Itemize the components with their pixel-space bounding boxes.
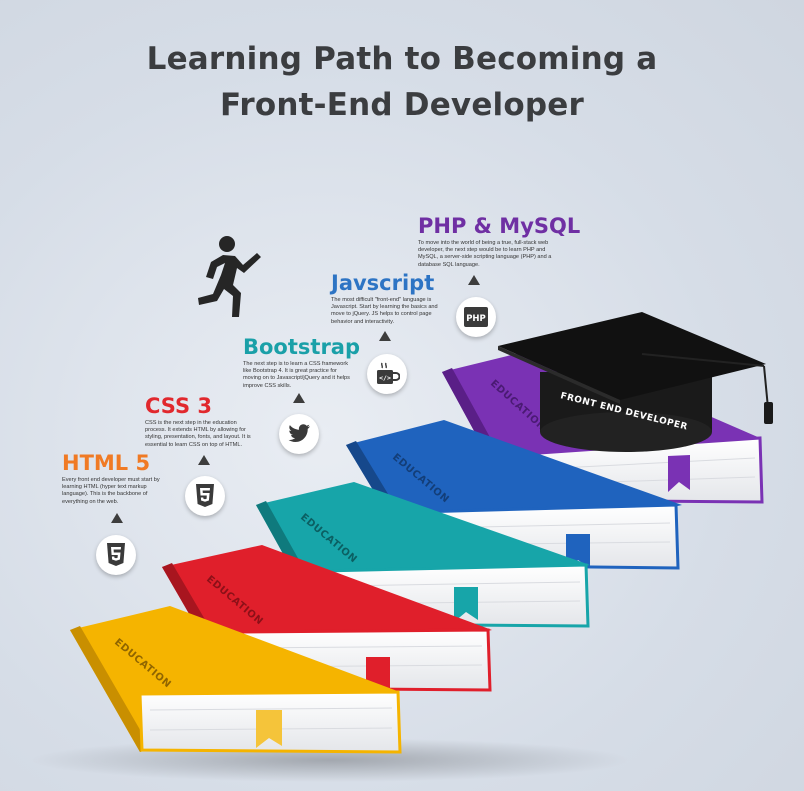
books-staircase: EDUCATION EDUCATION EDUCATION EDUCATION: [30, 312, 773, 782]
